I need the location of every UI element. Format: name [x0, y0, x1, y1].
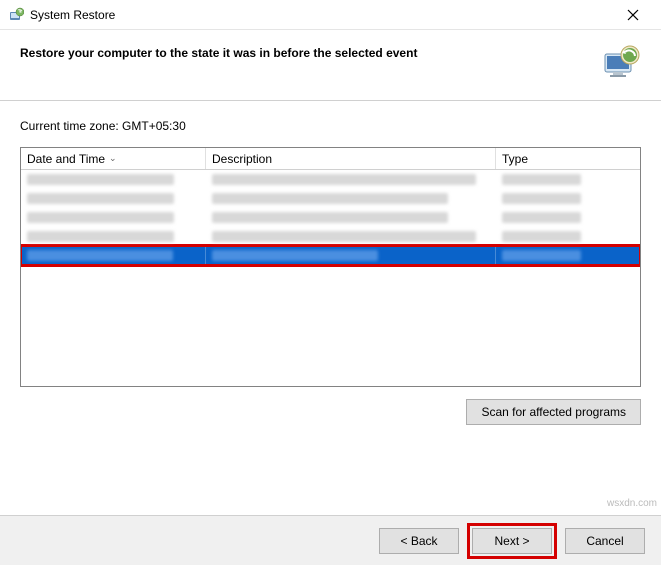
column-type-label: Type	[502, 152, 528, 166]
table-body	[21, 170, 640, 387]
header: Restore your computer to the state it wa…	[0, 30, 661, 100]
column-date-label: Date and Time	[27, 152, 105, 166]
scan-affected-button[interactable]: Scan for affected programs	[466, 399, 641, 425]
table-row[interactable]	[21, 189, 640, 208]
table-row-selected[interactable]	[21, 246, 640, 265]
restore-points-table[interactable]: Date and Time ⌄ Description Type	[20, 147, 641, 387]
system-restore-icon	[8, 7, 24, 23]
column-desc-label: Description	[212, 152, 272, 166]
restore-monitor-icon	[601, 42, 641, 82]
column-date[interactable]: Date and Time ⌄	[21, 148, 206, 169]
table-row[interactable]	[21, 170, 640, 189]
scan-row: Scan for affected programs	[20, 387, 641, 425]
next-highlight: Next >	[467, 523, 557, 559]
table-row-empty	[21, 322, 640, 341]
table-row-empty	[21, 284, 640, 303]
timezone-label: Current time zone: GMT+05:30	[20, 119, 641, 133]
titlebar: System Restore	[0, 0, 661, 30]
cancel-button[interactable]: Cancel	[565, 528, 645, 554]
table-header: Date and Time ⌄ Description Type	[21, 148, 640, 170]
column-type[interactable]: Type	[496, 148, 640, 169]
next-button[interactable]: Next >	[472, 528, 552, 554]
sort-desc-icon: ⌄	[109, 153, 117, 164]
table-row-empty	[21, 303, 640, 322]
watermark: wsxdn.com	[607, 498, 657, 509]
close-button[interactable]	[613, 1, 653, 29]
window-title: System Restore	[30, 8, 613, 22]
back-button[interactable]: < Back	[379, 528, 459, 554]
content-panel: Current time zone: GMT+05:30 Date and Ti…	[0, 100, 661, 435]
column-description[interactable]: Description	[206, 148, 496, 169]
table-row[interactable]	[21, 227, 640, 246]
footer: < Back Next > Cancel	[0, 515, 661, 565]
table-row-empty	[21, 341, 640, 360]
table-row-empty	[21, 265, 640, 284]
table-row[interactable]	[21, 208, 640, 227]
page-heading: Restore your computer to the state it wa…	[20, 42, 591, 60]
